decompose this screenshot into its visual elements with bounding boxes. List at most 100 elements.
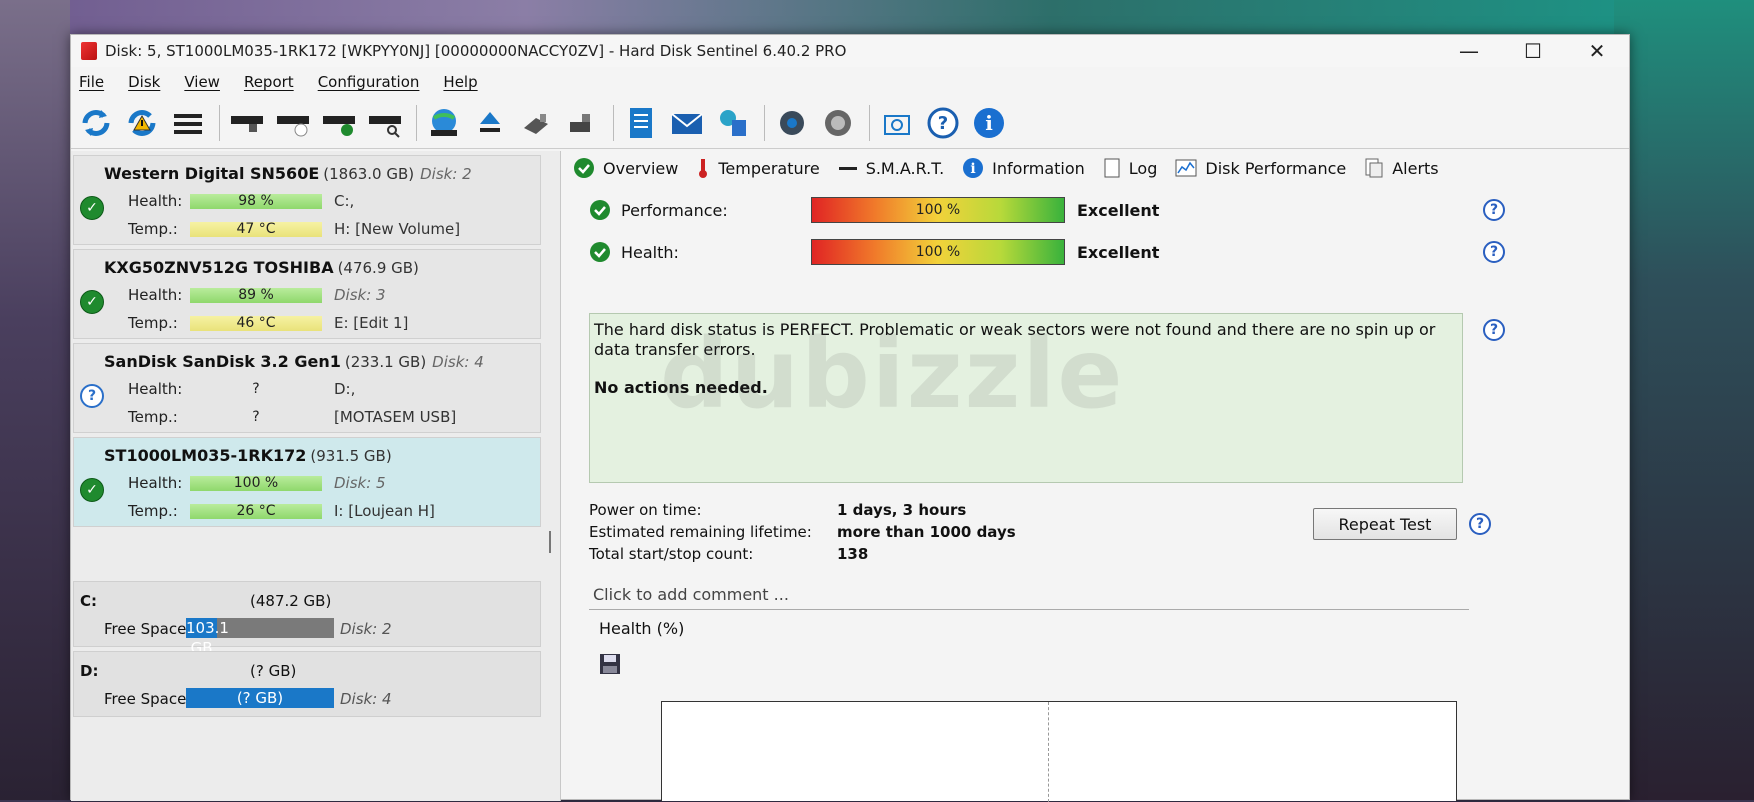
details-pane: Overview Temperature S.M.A.R.T. i Informa… <box>569 151 1629 802</box>
usb-icon[interactable] <box>515 102 557 144</box>
close-button[interactable]: ✕ <box>1565 35 1629 67</box>
lifetime-value: more than 1000 days <box>837 523 1016 541</box>
minimize-button[interactable]: — <box>1437 35 1501 67</box>
disk-number: Disk: 4 <box>432 353 484 371</box>
help-icon[interactable]: ? <box>1483 199 1505 221</box>
disk-card-2[interactable]: SanDisk SanDisk 3.2 Gen1 (233.1 GB) Disk: … <box>73 343 541 433</box>
free-space-fill: 103.1 GB <box>186 618 229 657</box>
free-space-fill: (? GB) <box>186 688 334 708</box>
disk-number: Disk: 2 <box>420 165 472 183</box>
help-icon[interactable]: ? <box>1483 319 1505 341</box>
volume-card-c[interactable]: C: (487.2 GB) Free Space 103.1 GB Disk: … <box>73 581 541 657</box>
disk-list-icon[interactable] <box>167 102 209 144</box>
tab-label: Temperature <box>718 158 820 178</box>
check-icon: ✓ <box>80 478 104 502</box>
tab-information[interactable]: i Information <box>962 157 1085 179</box>
health-label: Health: <box>128 380 183 398</box>
menu-report[interactable]: Report <box>242 73 308 91</box>
tab-bar: Overview Temperature S.M.A.R.T. i Informa… <box>569 151 1629 185</box>
disk-model: KXG50ZNV512G TOSHIBA <box>104 258 334 277</box>
health-rating: Excellent <box>1077 242 1160 262</box>
usb-alt-icon[interactable] <box>561 102 603 144</box>
disk-number: Disk: 3 <box>334 286 386 304</box>
tab-label: Information <box>992 158 1085 178</box>
disk-check-icon[interactable] <box>318 102 360 144</box>
maximize-button[interactable]: ☐ <box>1501 35 1565 67</box>
toolbar-separator <box>764 104 765 141</box>
settings-gear-icon[interactable] <box>771 102 813 144</box>
eject-icon[interactable] <box>469 102 511 144</box>
health-bar: 100 % <box>190 476 322 491</box>
report-icon[interactable] <box>620 102 662 144</box>
tab-disk-performance[interactable]: Disk Performance <box>1175 159 1346 178</box>
help-icon[interactable]: ? <box>922 102 964 144</box>
comment-field[interactable]: Click to add comment ... <box>593 585 789 604</box>
disk-clock-icon[interactable] <box>272 102 314 144</box>
volume-size: (? GB) <box>250 662 297 680</box>
health-bar: 89 % <box>190 288 322 303</box>
volume-disk: Disk: 4 <box>340 690 392 708</box>
menu-view[interactable]: View <box>182 73 234 91</box>
refresh-icon[interactable] <box>75 102 117 144</box>
menu-file[interactable]: File <box>77 73 118 91</box>
disk-icon[interactable] <box>226 102 268 144</box>
free-space-bar: (? GB) <box>186 688 334 708</box>
disk-list-pane: Western Digital SN560E (1863.0 GB) Disk: 2… <box>71 151 561 801</box>
volume-disk: Disk: 2 <box>340 620 392 638</box>
power-on-value: 1 days, 3 hours <box>837 501 967 519</box>
health-label: Health: <box>128 192 183 210</box>
tab-temperature[interactable]: Temperature <box>696 157 820 179</box>
disk-volumes: C:, <box>334 192 355 210</box>
disk-model: SanDisk SanDisk 3.2 Gen1 <box>104 352 341 371</box>
camera-icon[interactable] <box>876 102 918 144</box>
refresh-warning-icon[interactable] <box>121 102 163 144</box>
info-icon[interactable]: i <box>968 102 1010 144</box>
tab-overview[interactable]: Overview <box>573 157 678 179</box>
divider <box>589 609 1469 610</box>
alerts-icon <box>1364 157 1384 179</box>
scrollbar-thumb[interactable] <box>549 531 551 553</box>
help-icon[interactable]: ? <box>1483 241 1505 263</box>
lifetime-label: Estimated remaining lifetime: <box>589 523 812 541</box>
network-icon[interactable] <box>712 102 754 144</box>
title-bar: Disk: 5, ST1000LM035-1RK172 [WKPYY0NJ] [… <box>71 35 1629 67</box>
desktop-background-left <box>0 0 70 800</box>
tab-alerts[interactable]: Alerts <box>1364 157 1439 179</box>
menu-help[interactable]: Help <box>441 73 491 91</box>
chart-icon <box>1175 159 1197 177</box>
help-icon[interactable]: ? <box>1469 513 1491 535</box>
menu-configuration[interactable]: Configuration <box>316 73 434 91</box>
tab-label: Alerts <box>1392 158 1439 178</box>
disk-name: SanDisk SanDisk 3.2 Gen1 (233.1 GB) Disk: … <box>104 352 484 371</box>
disk-volume-label: [MOTASEM USB] <box>334 408 457 426</box>
disk-volume-label: E: [Edit 1] <box>334 314 409 332</box>
disk-card-1[interactable]: KXG50ZNV512G TOSHIBA (476.9 GB) ✓ Health:… <box>73 249 541 339</box>
tab-label: S.M.A.R.T. <box>865 158 945 178</box>
disk-card-3[interactable]: ST1000LM035-1RK172 (931.5 GB) ✓ Health: 1… <box>73 437 541 527</box>
health-bar: 98 % <box>190 194 322 209</box>
svg-text:i: i <box>985 111 993 135</box>
temp-bar: 47 °C <box>190 222 322 237</box>
globe-disk-icon[interactable] <box>423 102 465 144</box>
health-chart-area: Health (%) <box>589 615 1469 802</box>
mail-icon[interactable] <box>666 102 708 144</box>
health-chart-plot <box>661 701 1457 802</box>
toolbar: ? i <box>71 97 1629 149</box>
disk-card-0[interactable]: Western Digital SN560E (1863.0 GB) Disk: 2… <box>73 155 541 245</box>
performance-row: Performance: 100 % Excellent <box>589 195 1159 225</box>
check-circle-icon <box>590 242 610 262</box>
log-icon <box>1103 157 1121 179</box>
volume-card-d[interactable]: D: (? GB) Free Space (? GB) Disk: 4 <box>73 651 541 717</box>
save-icon[interactable] <box>599 653 621 675</box>
tab-smart[interactable]: S.M.A.R.T. <box>838 157 944 179</box>
disk-search-icon[interactable] <box>364 102 406 144</box>
disk-volumes: D:, <box>334 380 356 398</box>
menu-disk[interactable]: Disk <box>126 73 174 91</box>
speaker-icon[interactable] <box>817 102 859 144</box>
tab-log[interactable]: Log <box>1103 157 1157 179</box>
startstop-label: Total start/stop count: <box>589 545 754 563</box>
temp-label: Temp.: <box>128 220 178 238</box>
health-row: Health: 100 % Excellent <box>589 237 1159 267</box>
desktop-background-top <box>0 0 1754 38</box>
repeat-test-button[interactable]: Repeat Test <box>1313 508 1457 540</box>
